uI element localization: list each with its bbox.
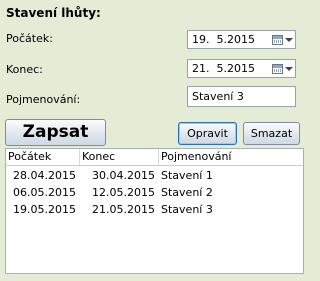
calendar-icon [272, 34, 283, 45]
edit-button[interactable]: Opravit [178, 122, 237, 145]
delete-button[interactable]: Smazat [243, 122, 300, 145]
calendar-icon [272, 63, 283, 74]
table-cell-start: 06.05.2015 [13, 186, 76, 199]
start-date-value[interactable]: 19. 5.2015 [192, 33, 255, 46]
table-cell-name: Stavení 3 [161, 203, 213, 216]
table-cell-end: 21.05.2015 [92, 203, 155, 216]
chevron-down-icon [285, 66, 293, 71]
table-cell-end: 30.04.2015 [92, 169, 155, 182]
column-header-name[interactable]: Pojmenování [159, 149, 303, 165]
end-date-dropdown-button[interactable] [272, 62, 293, 75]
end-date-label: Konec: [6, 63, 43, 76]
table-cell-start: 19.05.2015 [13, 203, 76, 216]
name-input[interactable]: Stavení 3 [187, 86, 296, 107]
table-header: Počátek Konec Pojmenování [6, 149, 303, 166]
end-date-value[interactable]: 21. 5.2015 [192, 62, 255, 75]
table-cell-start: 28.04.2015 [13, 169, 76, 182]
name-label: Pojmenování: [6, 93, 81, 106]
table-cell-name: Stavení 2 [161, 186, 213, 199]
column-header-end[interactable]: Konec [80, 149, 159, 165]
start-date-picker[interactable]: 19. 5.2015 [187, 30, 296, 49]
table-row[interactable]: 28.04.2015 30.04.2015 Stavení 1 [6, 167, 303, 184]
column-header-start[interactable]: Počátek [6, 149, 80, 165]
start-date-label: Počátek: [6, 32, 53, 45]
periods-table[interactable]: Počátek Konec Pojmenování 28.04.2015 30.… [5, 148, 304, 274]
chevron-down-icon [285, 37, 293, 42]
table-row[interactable]: 19.05.2015 21.05.2015 Stavení 3 [6, 201, 303, 218]
write-button[interactable]: Zapsat [5, 119, 106, 146]
start-date-dropdown-button[interactable] [272, 33, 293, 46]
end-date-picker[interactable]: 21. 5.2015 [187, 59, 296, 78]
table-cell-end: 12.05.2015 [92, 186, 155, 199]
section-title: Stavení lhůty: [6, 6, 101, 20]
table-cell-name: Stavení 1 [161, 169, 213, 182]
table-row[interactable]: 06.05.2015 12.05.2015 Stavení 2 [6, 184, 303, 201]
